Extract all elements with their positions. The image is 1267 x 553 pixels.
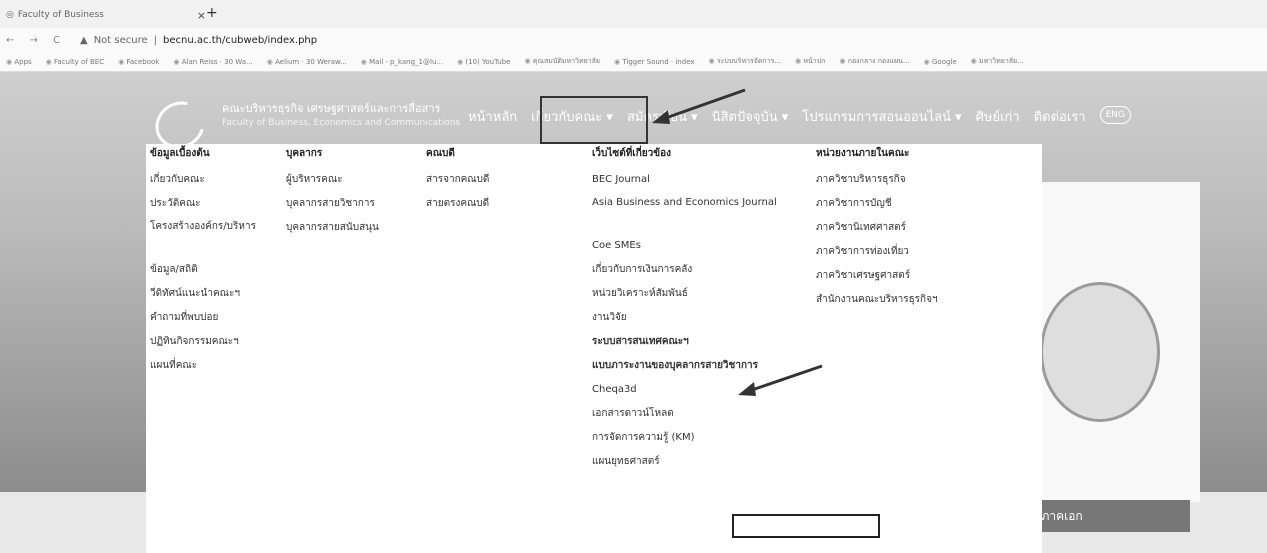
menu-item[interactable]: แผนที่คณะ	[150, 356, 270, 380]
menu-item[interactable]: Asia Business and Economics Journal	[592, 194, 782, 236]
nav-buttons[interactable]: ← → C	[0, 35, 80, 46]
nav-online[interactable]: โปรแกรมการสอนออนไลน์ ▾	[802, 106, 961, 127]
highlight-box-info-system	[732, 514, 880, 538]
menu-item[interactable]: ภาควิชาบริหารธุรกิจ	[816, 170, 938, 194]
bookmark-item[interactable]: Tigger Sound · index	[614, 58, 694, 66]
menu-item[interactable]: บุคลากรสายวิชาการ	[286, 194, 379, 218]
arrow-icon	[652, 88, 746, 124]
menu-header-staff: บุคลากร	[286, 148, 323, 159]
highlight-box-about	[540, 96, 648, 144]
more-button[interactable]: ...ภาคเอก	[1020, 500, 1190, 532]
menu-header-units: หน่วยงานภายในคณะ	[816, 148, 910, 159]
bookmark-item[interactable]: หน้าปก	[795, 56, 825, 67]
menu-header-basic: ข้อมูลเบื้องต้น	[150, 148, 210, 159]
security-label: Not secure	[93, 34, 148, 46]
bookmark-item[interactable]: Google	[924, 58, 957, 66]
menu-item[interactable]: เอกสารดาวน์โหลด	[592, 404, 782, 428]
menu-item[interactable]: บุคลากรสายสนับสนุน	[286, 218, 379, 242]
tab-title: Faculty of Business	[17, 10, 104, 20]
arrow-icon	[738, 364, 823, 396]
bookmarks-bar: Apps Faculty of BEC Facebook Alan Reiss · 3…	[0, 52, 1267, 72]
globe-icon: ◎	[6, 10, 14, 20]
bookmark-item[interactable]: Aelium · 30 Weraw...	[267, 58, 347, 66]
menu-item[interactable]: เกี่ยวกับคณะ	[150, 170, 270, 194]
menu-item[interactable]: ภาควิชาการท่องเที่ยว	[816, 242, 938, 266]
menu-item-info-system[interactable]: ระบบสารสนเทศคณะฯ	[592, 332, 782, 356]
menu-item[interactable]: สำนักงานคณะบริหารธุรกิจฯ	[816, 290, 938, 314]
new-tab-button[interactable]: +	[206, 5, 218, 21]
menu-col-units: หน่วยงานภายในคณะ ภาควิชาบริหารธุรกิจ ภาค…	[816, 144, 938, 314]
brand-line1: คณะบริหารธุรกิจ เศรษฐศาสตร์และการสื่อสาร	[222, 102, 441, 115]
menu-item[interactable]: ผู้บริหารคณะ	[286, 170, 379, 194]
bookmark-item[interactable]: (10) YouTube	[457, 58, 510, 66]
menu-header-dean: คณบดี	[426, 148, 455, 159]
browser-tab[interactable]: ◎ Faculty of Business ×	[6, 5, 206, 25]
bookmark-item[interactable]: ระบบบริหารจัดการ...	[709, 56, 781, 67]
mega-menu: ข้อมูลเบื้องต้น เกี่ยวกับคณะ ประวัติคณะ …	[146, 144, 1042, 553]
browser-tabbar: ◎ Faculty of Business × +	[0, 0, 1267, 28]
menu-item[interactable]: ข้อมูล/สถิติ	[150, 260, 270, 284]
menu-item[interactable]: คำถามที่พบบ่อย	[150, 308, 270, 332]
menu-item[interactable]: หน่วยวิเคราะห์สัมพันธ์	[592, 284, 782, 308]
menu-item[interactable]: Coe SMEs	[592, 236, 782, 260]
menu-item[interactable]: ภาควิชานิเทศศาสตร์	[816, 218, 938, 242]
bookmark-item[interactable]: Apps	[6, 58, 31, 66]
warning-icon: ▲	[80, 34, 88, 46]
menu-item[interactable]: แผนยุทธศาสตร์	[592, 452, 782, 476]
url-field[interactable]: becnu.ac.th/cubweb/index.php	[163, 35, 317, 46]
menu-item[interactable]: ปฏิทินกิจกรรมคณะฯ	[150, 332, 270, 356]
menu-col-related-sites: เว็บไซต์ที่เกี่ยวข้อง BEC Journal Asia B…	[592, 144, 782, 476]
menu-header-related-sites: เว็บไซต์ที่เกี่ยวข้อง	[592, 148, 671, 159]
address-bar: ← → C ▲ Not secure | becnu.ac.th/cubweb/…	[0, 28, 1267, 52]
nav-alumni[interactable]: ศิษย์เก่า	[976, 106, 1020, 127]
nav-home[interactable]: หน้าหลัก	[468, 106, 517, 127]
brand-line2: Faculty of Business, Economics and Commu…	[222, 118, 461, 128]
menu-item[interactable]: วีดิทัศน์แนะนำคณะฯ	[150, 284, 270, 308]
bookmark-item[interactable]: มหาวิทยาลัย...	[971, 56, 1024, 67]
bookmark-item[interactable]: Faculty of BEC	[46, 58, 104, 66]
menu-item[interactable]: ภาควิชาเศรษฐศาสตร์	[816, 266, 938, 290]
menu-item[interactable]: ภาควิชาการบัญชี	[816, 194, 938, 218]
menu-item[interactable]: เกี่ยวกับการเงินการคลัง	[592, 260, 782, 284]
bookmark-item[interactable]: คุณสมบัติมหาวิทยาลัย	[524, 56, 600, 67]
nav-contact[interactable]: ติดต่อเรา	[1034, 106, 1086, 127]
bookmark-item[interactable]: Facebook	[118, 58, 159, 66]
webpage: ...ภาคเอก คณะบริหารธุรกิจ เศรษฐศาสตร์และ…	[0, 72, 1267, 553]
bookmark-item[interactable]: Mail · p_kang_1@lu...	[361, 58, 443, 66]
menu-col-dean: คณบดี สารจากคณบดี สายตรงคณบดี	[426, 144, 489, 218]
menu-item[interactable]: BEC Journal	[592, 170, 782, 194]
bookmark-item[interactable]: กองกลาง กองแผน...	[839, 56, 910, 67]
menu-item[interactable]: การจัดการความรู้ (KM)	[592, 428, 782, 452]
menu-item[interactable]: งานวิจัย	[592, 308, 782, 332]
menu-col-staff: บุคลากร ผู้บริหารคณะ บุคลากรสายวิชาการ บ…	[286, 144, 379, 242]
bookmark-item[interactable]: Alan Reiss · 30 Wa...	[173, 58, 253, 66]
menu-item[interactable]: โครงสร้างองค์กร/บริหาร	[150, 218, 270, 260]
menu-item[interactable]: ประวัติคณะ	[150, 194, 270, 218]
lang-button[interactable]: ENG	[1099, 106, 1131, 124]
menu-item[interactable]: สายตรงคณบดี	[426, 194, 489, 218]
seal-image	[1040, 282, 1160, 422]
close-tab-icon[interactable]: ×	[197, 9, 206, 22]
brand-text: คณะบริหารธุรกิจ เศรษฐศาสตร์และการสื่อสาร…	[222, 102, 460, 130]
menu-col-basic: ข้อมูลเบื้องต้น เกี่ยวกับคณะ ประวัติคณะ …	[150, 144, 270, 380]
menu-item[interactable]: สารจากคณบดี	[426, 170, 489, 194]
